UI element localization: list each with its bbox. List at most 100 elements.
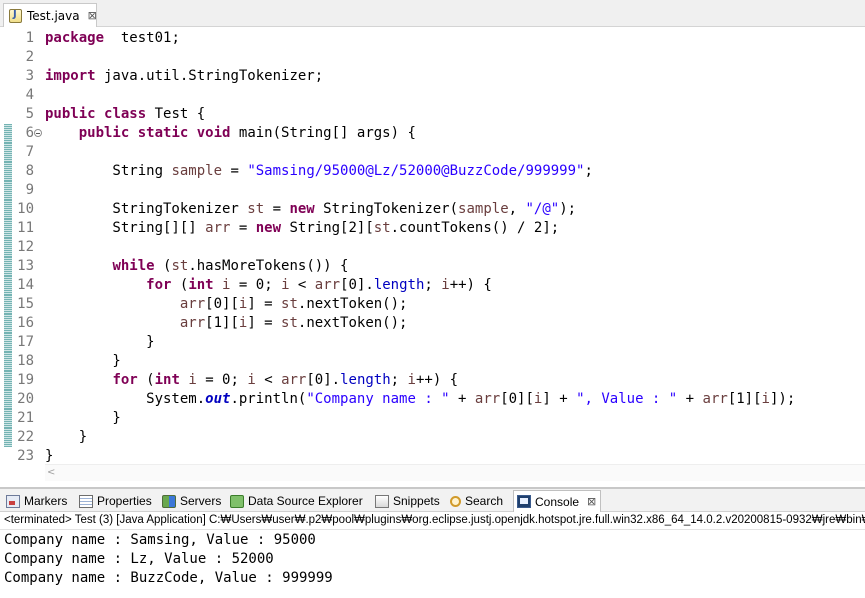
code-token: [0].	[340, 277, 374, 293]
line-number: 21	[17, 410, 34, 426]
code-line[interactable]: 12	[0, 238, 865, 257]
code-line[interactable]: 16 arr[1][i] = st.nextToken();	[0, 314, 865, 333]
datasource-icon	[230, 494, 244, 508]
close-icon[interactable]: ⊠	[587, 495, 596, 508]
line-number: 6	[25, 125, 34, 141]
code-token: .countTokens() / 2];	[390, 220, 560, 236]
code-token: "Samsing/95000@Lz/52000@BuzzCode/999999"	[247, 163, 585, 179]
code-token: );	[559, 201, 577, 217]
code-editor[interactable]: 1 package test01; 2 3 import java.util.Strin…	[0, 28, 865, 464]
code-token: ;	[584, 163, 593, 179]
code-line[interactable]: 10 StringTokenizer st = new StringTokeni…	[0, 200, 865, 219]
code-token: .println(	[230, 391, 307, 407]
code-token: StringTokenizer	[45, 201, 248, 217]
view-tab-label: Console	[535, 494, 580, 509]
code-token: +	[677, 391, 703, 407]
code-line[interactable]: 14 for (int i = 0; i < arr[0].length; i+…	[0, 276, 865, 295]
servers-icon	[162, 494, 176, 508]
code-line[interactable]: 19 for (int i = 0; i < arr[0].length; i+…	[0, 371, 865, 390]
line-number: 14	[17, 277, 34, 293]
console-output[interactable]: Company name : Samsing, Value : 95000 Com…	[0, 530, 865, 598]
view-tab-console[interactable]: Console ⊠	[513, 490, 602, 512]
code-token: String[2][	[281, 220, 374, 236]
code-token: int	[154, 372, 180, 388]
editor-tab-test-java[interactable]: Test.java ⊠	[3, 3, 97, 27]
code-line[interactable]: 7	[0, 143, 865, 162]
line-number: 11	[17, 220, 34, 236]
code-line[interactable]: 2	[0, 48, 865, 67]
code-token: }	[45, 353, 121, 369]
quick-diff-change-marker	[4, 428, 12, 447]
code-token: i	[188, 372, 197, 388]
view-tab-snippets[interactable]: Snippets	[375, 491, 440, 511]
code-token: ] +	[542, 391, 577, 407]
code-line[interactable]: 11 String[][] arr = new String[2][st.cou…	[0, 219, 865, 238]
line-number: 13	[17, 258, 34, 274]
code-token: "Company name : "	[306, 391, 450, 407]
code-line[interactable]: 3 import java.util.StringTokenizer;	[0, 67, 865, 86]
code-text: }	[45, 333, 155, 352]
code-line[interactable]: 22 }	[0, 428, 865, 447]
code-text: }	[45, 409, 120, 428]
code-token: import	[45, 68, 96, 84]
code-token: "/@"	[525, 201, 560, 217]
code-token: class	[104, 106, 147, 122]
view-tab-servers[interactable]: Servers	[162, 491, 221, 511]
line-number: 15	[17, 296, 34, 312]
code-line[interactable]: 1 package test01;	[0, 29, 865, 48]
collapse-fold-icon[interactable]	[34, 129, 42, 137]
code-line[interactable]: 18 }	[0, 352, 865, 371]
code-token: .nextToken();	[297, 296, 408, 312]
view-tab-label: Data Source Explorer	[248, 494, 363, 508]
code-line[interactable]: 17 }	[0, 333, 865, 352]
code-text: }	[45, 428, 87, 447]
editor-horizontal-scrollbar[interactable]: <	[45, 464, 865, 481]
code-token: StringTokenizer(	[314, 201, 459, 217]
code-line[interactable]: 5 public class Test {	[0, 105, 865, 124]
view-tab-markers[interactable]: Markers	[6, 491, 67, 511]
scroll-left-icon[interactable]: <	[47, 467, 55, 478]
quick-diff-change-marker	[4, 390, 12, 409]
markers-icon	[6, 494, 20, 508]
console-status-line: <terminated> Test (3) [Java Application]…	[0, 512, 865, 530]
line-number: 1	[25, 30, 34, 46]
code-line[interactable]: 6 public static void main(String[] args)…	[0, 124, 865, 143]
code-line[interactable]: 4	[0, 86, 865, 105]
code-token: Test {	[146, 106, 206, 122]
code-line[interactable]: 8 String sample = "Samsing/95000@Lz/5200…	[0, 162, 865, 181]
code-token: i	[441, 277, 450, 293]
line-number: 16	[17, 315, 34, 331]
code-token: }	[45, 334, 155, 350]
quick-diff-change-marker	[4, 371, 12, 390]
code-line[interactable]: 20 System.out.println("Company name : " …	[0, 390, 865, 409]
code-token: length	[340, 372, 391, 388]
view-tab-data-source[interactable]: Data Source Explorer	[230, 491, 363, 511]
line-number: 4	[25, 87, 34, 103]
code-token: .nextToken();	[297, 315, 408, 331]
code-text: arr[0][i] = st.nextToken();	[45, 295, 408, 314]
close-icon[interactable]: ⊠	[88, 9, 97, 22]
code-token: for	[112, 372, 138, 388]
view-tab-search[interactable]: Search	[450, 491, 503, 511]
code-text: public static void main(String[] args) {	[45, 124, 416, 143]
code-text: for (int i = 0; i < arr[0].length; i++) …	[45, 371, 458, 390]
view-tab-properties[interactable]: Properties	[79, 491, 152, 511]
code-token: String	[45, 163, 172, 179]
code-token: new	[255, 220, 282, 236]
code-line[interactable]: 13 while (st.hasMoreTokens()) {	[0, 257, 865, 276]
quick-diff-change-marker	[4, 295, 12, 314]
code-line[interactable]: 15 arr[0][i] = st.nextToken();	[0, 295, 865, 314]
console-icon	[517, 495, 531, 508]
code-token: ;	[424, 277, 442, 293]
code-line[interactable]: 21 }	[0, 409, 865, 428]
line-number: 5	[25, 106, 34, 122]
code-token: public	[78, 125, 130, 141]
quick-diff-change-marker	[4, 219, 12, 238]
line-number: 2	[25, 49, 34, 65]
code-token: sample	[171, 163, 223, 179]
code-line[interactable]: 9	[0, 181, 865, 200]
line-number: 23	[17, 448, 34, 464]
code-token: =	[264, 201, 290, 217]
